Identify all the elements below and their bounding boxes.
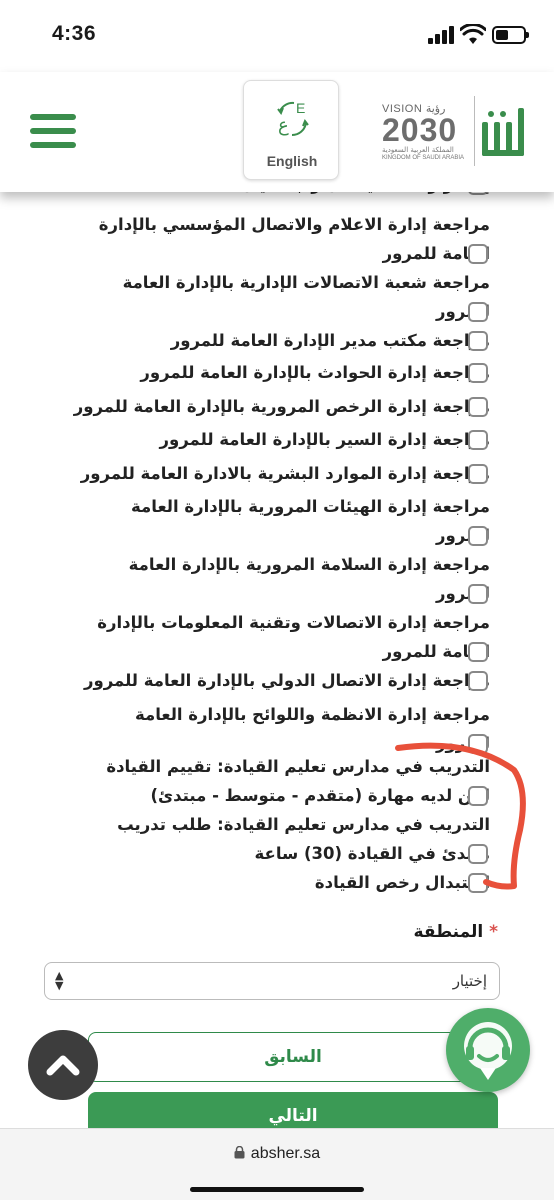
option-label: مراجعة إدارة الموارد البشرية بالادارة ال… xyxy=(80,464,490,483)
url-text: absher.sa xyxy=(250,1145,321,1162)
vision-2030-logo: VISION رؤية 2030 المملكة العربية السعودي… xyxy=(378,98,470,168)
signal-icon xyxy=(428,26,458,44)
hamburger-menu-icon[interactable] xyxy=(30,114,76,148)
option-checkbox[interactable] xyxy=(468,363,488,383)
option-label: مبتدئ في القيادة (30) ساعة xyxy=(254,844,490,863)
support-chat-button[interactable] xyxy=(446,1008,530,1092)
scroll-to-top-button[interactable] xyxy=(28,1030,98,1100)
option-checkbox[interactable] xyxy=(468,430,488,450)
absher-logo-icon xyxy=(482,108,524,156)
option-checkbox[interactable] xyxy=(468,331,488,351)
option-label: مراجعة إدارة الهيئات المرورية بالإدارة ا… xyxy=(131,497,490,516)
address-bar[interactable]: absher.sa xyxy=(0,1145,554,1163)
app-header: E ع English VISION رؤية 2030 المملكة الع… xyxy=(0,72,554,192)
vision-logo-english-line: KINGDOM OF SAUDI ARABIA xyxy=(382,155,465,161)
required-mark: * xyxy=(489,922,498,942)
chevron-up-icon xyxy=(46,1055,80,1076)
option-label: مراجعة إدارة الانظمة واللوائح بالإدارة ا… xyxy=(134,705,490,724)
language-switch-button[interactable]: E ع English xyxy=(243,80,339,180)
svg-text:ع: ع xyxy=(278,115,289,136)
lock-icon xyxy=(234,1146,245,1159)
wifi-icon xyxy=(460,24,486,44)
option-label: استبدال رخص القيادة xyxy=(314,873,490,892)
option-label: مراجعة إدارة السير بالإدارة العامة للمرو… xyxy=(159,430,490,449)
region-select[interactable]: إختيار ▲ ▼ xyxy=(44,962,500,1000)
battery-icon xyxy=(492,26,529,44)
option-checkbox[interactable] xyxy=(468,873,488,893)
vision-logo-arabic-line: المملكة العربية السعودية xyxy=(382,146,454,154)
header-divider xyxy=(474,96,475,166)
previous-button[interactable]: السابق xyxy=(88,1032,498,1082)
language-icon: E ع xyxy=(277,100,309,137)
option-checkbox[interactable] xyxy=(468,526,488,546)
region-label-text: المنطقة xyxy=(413,922,484,942)
option-label: مراجعة إدارة الاتصال الدولي بالإدارة الع… xyxy=(83,671,490,690)
vision-logo-year: 2030 xyxy=(382,112,458,148)
browser-bottom-bar: absher.sa xyxy=(0,1128,554,1200)
battery-level xyxy=(496,30,508,40)
option-label: مراجعة شعبة الاتصالات الإدارية بالإدارة … xyxy=(122,273,490,292)
option-checkbox[interactable] xyxy=(468,464,488,484)
option-checkbox[interactable] xyxy=(468,786,488,806)
option-checkbox[interactable] xyxy=(468,584,488,604)
option-label: التدريب في مدارس تعليم القيادة: طلب تدري… xyxy=(117,815,490,834)
region-label: * المنطقة xyxy=(414,922,498,942)
option-label: مراجعة إدارة السلامة المرورية بالإدارة ا… xyxy=(128,555,490,574)
select-arrows-icon: ▲ ▼ xyxy=(55,969,64,992)
option-checkbox[interactable] xyxy=(468,397,488,417)
option-checkbox[interactable] xyxy=(468,642,488,662)
status-time: 4:36 xyxy=(52,22,97,45)
option-label: لمن لديه مهارة (متقدم - متوسط - مبتدئ) xyxy=(150,786,490,805)
svg-text:E: E xyxy=(296,100,305,116)
option-label: مراجعة إدارة الحوادث بالإدارة العامة للم… xyxy=(140,363,490,382)
status-bar: 4:36 xyxy=(0,0,554,72)
language-button-label: English xyxy=(266,153,318,169)
option-label: مراجعة إدارة الاتصالات وتقنية المعلومات … xyxy=(97,613,490,632)
option-label: مراجعة مكتب مدير الإدارة العامة للمرور xyxy=(170,331,490,350)
home-indicator xyxy=(190,1187,364,1192)
option-checkbox[interactable] xyxy=(468,244,488,264)
region-select-value: إختيار xyxy=(452,972,487,990)
option-checkbox[interactable] xyxy=(468,734,488,754)
option-checkbox[interactable] xyxy=(468,844,488,864)
option-checkbox[interactable] xyxy=(468,302,488,322)
option-label: التدريب في مدارس تعليم القيادة: تقييم ال… xyxy=(106,757,490,776)
support-agent-icon xyxy=(464,1022,512,1080)
option-checkbox[interactable] xyxy=(468,671,488,691)
option-label: مراجعة إدارة الاعلام والاتصال المؤسسي با… xyxy=(98,215,490,234)
option-label: مراجعة إدارة الرخص المرورية بالإدارة الع… xyxy=(73,397,490,416)
